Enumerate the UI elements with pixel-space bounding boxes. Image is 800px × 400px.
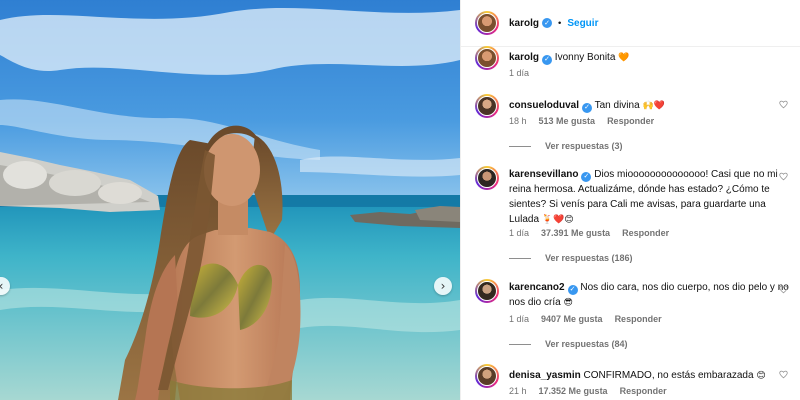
comment-text: CONFIRMADO, no estás embarazada	[583, 370, 754, 381]
view-replies-label: Ver respuestas (84)	[545, 339, 628, 349]
comment-item: consueloduval ✓ Tan divina 🙌❤️	[475, 94, 790, 118]
view-replies-button[interactable]: Ver respuestas (186)	[509, 253, 633, 263]
beach-photo	[0, 0, 460, 400]
heart-icon[interactable]	[779, 100, 788, 109]
comment-likes[interactable]: 9407 Me gusta	[541, 314, 603, 324]
owner-avatar[interactable]	[475, 11, 499, 35]
view-replies-button[interactable]: Ver respuestas (3)	[509, 141, 623, 151]
caption-meta: 1 día	[509, 68, 529, 78]
reply-button[interactable]: Responder	[622, 228, 669, 238]
comment-meta: 1 día 9407 Me gusta Responder	[509, 314, 662, 324]
comment-meta: 21 h 17.352 Me gusta Responder	[509, 386, 667, 396]
heart-icon[interactable]	[779, 172, 788, 181]
caption-avatar[interactable]	[475, 46, 499, 70]
heart-icon[interactable]	[779, 370, 788, 379]
comment-meta: 18 h 513 Me gusta Responder	[509, 116, 654, 126]
commenter-avatar[interactable]	[475, 364, 499, 388]
comment-likes[interactable]: 17.352 Me gusta	[539, 386, 608, 396]
heart-icon[interactable]	[779, 285, 788, 294]
comment-item: karensevillano ✓ Dios mioooooooooooooo! C…	[475, 166, 790, 228]
caption-emoji: 🧡	[618, 53, 630, 63]
comments-panel: karolg ✓ • Seguir karolg ✓ Ivonny Bonita …	[460, 0, 800, 400]
caption-text: Ivonny Bonita	[554, 52, 616, 63]
chevron-left-icon: ‹	[0, 280, 3, 292]
commenter-avatar[interactable]	[475, 94, 499, 118]
verified-badge-icon: ✓	[582, 102, 593, 113]
comment-likes[interactable]: 37.391 Me gusta	[541, 228, 610, 238]
comment-emoji: 😊	[756, 371, 766, 381]
commenter-avatar[interactable]	[475, 279, 499, 303]
comment-emoji: 😎	[563, 298, 573, 308]
replies-divider	[509, 145, 531, 147]
comment-time[interactable]: 21 h	[509, 386, 527, 396]
commenter-username[interactable]: consueloduval	[509, 100, 579, 111]
replies-divider	[509, 343, 531, 345]
caption-time[interactable]: 1 día	[509, 68, 529, 78]
reply-button[interactable]: Responder	[607, 116, 654, 126]
reply-button[interactable]: Responder	[620, 386, 667, 396]
comment-time[interactable]: 1 día	[509, 314, 529, 324]
comment-meta: 1 día 37.391 Me gusta Responder	[509, 228, 669, 238]
verified-badge-icon: ✓	[581, 171, 592, 182]
owner-username[interactable]: karolg	[509, 18, 539, 29]
comment-time[interactable]: 1 día	[509, 228, 529, 238]
comment-item: karencano2 ✓ Nos dio cara, nos dio cuerpo…	[475, 279, 790, 311]
follow-button[interactable]: Seguir	[567, 18, 598, 29]
reply-button[interactable]: Responder	[615, 314, 662, 324]
caption-row: karolg ✓ Ivonny Bonita 🧡	[475, 46, 790, 70]
chevron-right-icon: ›	[440, 279, 446, 293]
verified-badge-icon: ✓	[542, 18, 553, 28]
next-photo-button[interactable]: ›	[434, 277, 452, 295]
commenter-avatar[interactable]	[475, 166, 499, 190]
comment-likes[interactable]: 513 Me gusta	[539, 116, 596, 126]
post-header: karolg ✓ • Seguir	[461, 0, 800, 47]
comment-text: Tan divina	[594, 100, 640, 111]
caption-username[interactable]: karolg	[509, 52, 539, 63]
view-replies-label: Ver respuestas (186)	[545, 253, 633, 263]
commenter-username[interactable]: karencano2	[509, 282, 565, 293]
verified-badge-icon: ✓	[542, 54, 553, 65]
comment-item: denisa_yasmin CONFIRMADO, no estás embar…	[475, 364, 790, 388]
comment-emoji: 🍹❤️😊	[541, 215, 574, 225]
comment-emoji: 🙌❤️	[642, 101, 665, 111]
view-replies-button[interactable]: Ver respuestas (84)	[509, 339, 628, 349]
view-replies-label: Ver respuestas (3)	[545, 141, 623, 151]
verified-badge-icon: ✓	[567, 284, 578, 295]
commenter-username[interactable]: karensevillano	[509, 169, 578, 180]
replies-divider	[509, 257, 531, 259]
commenter-username[interactable]: denisa_yasmin	[509, 370, 581, 381]
post-photo[interactable]: ‹ ›	[0, 0, 460, 400]
separator-dot: •	[558, 17, 562, 29]
comment-time[interactable]: 18 h	[509, 116, 527, 126]
